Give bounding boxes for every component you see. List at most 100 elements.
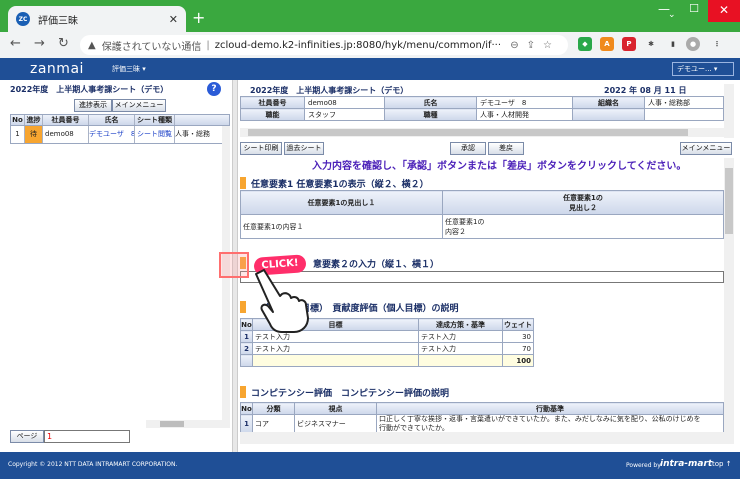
new-tab-button[interactable]: + [192,8,205,27]
main-scroll-thumb[interactable] [725,168,733,234]
page-button[interactable]: ページ [10,430,44,443]
row-name-link[interactable]: デモユーザ 8 [89,126,135,143]
window-close-button[interactable]: ✕ [708,0,740,22]
goal-method[interactable]: テスト入力 [418,342,503,355]
confirm-message: 入力内容を確認し、「承認」ボタンまたは「差戻」ボタンをクリックしてください。 [312,161,687,172]
extension-a-icon[interactable]: A [600,37,614,51]
tab-title: 評価三昧 [38,15,78,27]
sec1-heading2a: 任意要素1の [563,193,603,202]
comp-col-category: 分類 [252,402,295,415]
sec1-content1: 任意要素1の内容１ [240,214,443,239]
user-menu-dropdown[interactable]: デモユー... ▾ [672,62,734,76]
goal-col-weight: ウェイト [502,318,534,331]
left-scroll-thumb[interactable] [160,421,184,427]
goal-no: 2 [240,342,253,355]
main-horizontal-scrollbar[interactable] [240,432,734,444]
tab-close-icon[interactable]: ✕ [169,13,178,26]
goal-total-no [240,354,253,367]
col-status[interactable]: 進捗 [25,115,43,125]
comp-criteria-line2: 行動ができていたか。 [379,424,449,432]
comp-col-no: No [240,402,253,415]
window-maximize-button[interactable]: ☐ [680,2,708,22]
section4-title: コンピテンシー評価 コンピテンシー評価の説明 [240,385,449,399]
employee-grid-header: No 進捗 社員番号 氏名 シート種類 [10,114,230,126]
col-emp-no[interactable]: 社員番号 [43,115,89,125]
goal-weight[interactable]: 70 [502,342,534,355]
comp-col-criteria: 行動基準 [376,402,724,415]
reject-button[interactable]: 差戻 [488,142,524,155]
info-vertical-scrollbar[interactable] [724,84,734,138]
approve-button[interactable]: 承認 [450,142,486,155]
right-sheet-title: 2022年度 上半期人事考課シート（デモ） [250,86,409,95]
goal-text[interactable]: テスト入力 [252,342,419,355]
title-label: 職能 [240,108,305,121]
extension-green-icon[interactable]: ◆ [578,37,592,51]
past-sheet-button[interactable]: 過去シート [284,142,324,155]
goal-method[interactable]: テスト入力 [418,330,503,343]
favicon-icon: ZC [16,12,30,26]
page-input[interactable]: 1 [44,430,130,443]
left-main-menu-button[interactable]: メインメニュー [112,99,166,112]
info-scroll-thumb[interactable] [248,129,688,136]
sec1-content2b: 内容２ [445,227,466,236]
right-main-menu-button[interactable]: メインメニュー [680,142,732,155]
print-sheet-button[interactable]: シート印刷 [240,142,282,155]
goal-weight[interactable]: 30 [502,330,534,343]
empty-value [644,108,724,121]
help-icon[interactable]: ? [207,82,221,96]
employee-info-table: 社員番号 demo08 氏名 デモユーザ 8 組織名 人事・総務部 職能 スタッ… [240,96,724,121]
kebab-menu-icon[interactable]: ⋮ [710,37,724,51]
back-icon[interactable]: ← [10,36,21,51]
goal-col-method: 達成方策・基準 [418,318,503,331]
col-dept [175,115,223,125]
zoom-share-star-icons[interactable]: ⊖⇪☆ [510,40,560,51]
extensions-puzzle-icon[interactable]: ✱ [644,37,658,51]
progress-display-button[interactable]: 進捗表示 [74,99,112,112]
reload-icon[interactable]: ↻ [58,36,69,51]
forward-icon[interactable]: → [34,36,45,51]
row-status-badge: 待 [25,126,43,143]
app-logo[interactable]: zanmai [30,61,84,77]
extension-pdf-icon[interactable]: P [622,37,636,51]
comp-col-view: 視点 [294,402,377,415]
col-sheet-type[interactable]: シート種類 [135,115,175,125]
url-text: zcloud-demo.k2-infinities.jp:8080/hyk/me… [214,39,502,51]
competency-table: No 分類 視点 行動基準 1 コア ビジネスマナー 口正しく丁寧な挨拶・返事・… [240,402,724,434]
comp-category: コア [252,414,295,434]
app-header [0,58,740,80]
section1-table: 任意要素1の見出し１ 任意要素1の 見出し２ 任意要素1の内容１ 任意要素1の 内容… [240,190,724,239]
row-sheet-view-link[interactable]: シート閲覧 [135,126,175,143]
app-menu-dropdown[interactable]: 評価三昧 ▾ [112,64,146,74]
row-dept: 人事・総務 [175,130,210,138]
row-emp-no: demo08 [43,126,89,143]
org-value: 人事・総務部 [644,96,724,109]
name-value: デモユーザ 8 [476,96,573,109]
row-no: 1 [11,126,25,143]
sec1-heading1: 任意要素1の見出し１ [240,190,443,215]
address-bar[interactable]: ▲ 保護されていない通信 | zcloud-demo.k2-infinities… [80,35,568,55]
col-name[interactable]: 氏名 [89,115,135,125]
browser-tab[interactable]: ZC 評価三昧 ✕ [8,6,186,32]
table-row: 2 テスト入力 テスト入力 70 [240,342,534,355]
pointing-hand-icon [255,269,309,333]
powered-by-text: Powered by [626,462,661,469]
top-link[interactable]: top ↑ [712,460,732,468]
table-row[interactable]: 1 待 demo08 デモユーザ 8 シート閲覧 人事・総務 [10,126,230,144]
left-horizontal-scrollbar[interactable] [146,420,230,428]
comp-criteria-line1: 口正しく丁寧な挨拶・返事・言葉遣いができていたか。また、みだしなみに気を配り、公… [379,415,701,424]
col-no[interactable]: No [11,115,25,125]
sidebar-icon[interactable]: ▮ [666,37,680,51]
empty-label [572,108,645,121]
intra-mart-logo: intra-mart [660,459,713,469]
comp-criteria: 口正しく丁寧な挨拶・返事・言葉遣いができていたか。また、みだしなみに気を配り、公… [376,414,724,434]
sec1-heading2b: 見出し２ [569,203,597,212]
comp-no: 1 [240,414,253,434]
emp-no-label: 社員番号 [240,96,305,109]
sec1-content2: 任意要素1の 内容２ [442,214,724,239]
profile-icon[interactable]: ● [686,37,700,51]
click-target-highlight[interactable] [219,252,249,278]
emp-no-value: demo08 [304,96,385,109]
section2-title-text: 意要素２の入力（縦１、横１） [313,259,440,270]
sheet-date: 2022 年 08 月 11 日 [604,86,687,95]
window-minimize-button[interactable]: — [650,2,678,22]
